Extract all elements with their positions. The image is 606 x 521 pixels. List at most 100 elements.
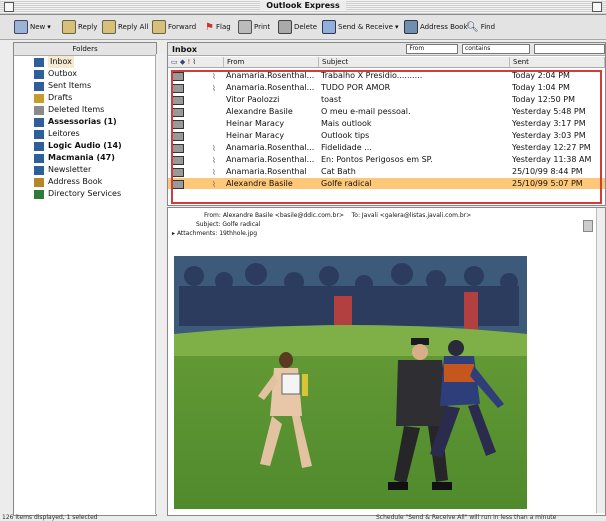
sidebar-item-deleted-items[interactable]: Deleted Items — [14, 104, 156, 116]
subject-value: Golfe radical — [222, 221, 261, 228]
new-button[interactable]: New ▾ — [14, 19, 51, 35]
attachment-image — [174, 256, 527, 509]
message-sent: Yesterday 5:48 PM — [512, 107, 586, 116]
sidebar-item-logic-audio-14[interactable]: Logic Audio (14) — [14, 140, 156, 152]
folder-icon — [34, 81, 44, 91]
sidebar-item-macmania-47[interactable]: Macmania (47) — [14, 152, 156, 164]
mail-read-icon — [172, 96, 184, 105]
folder-title: Inbox — [172, 44, 198, 54]
print-button[interactable]: Print — [238, 19, 270, 35]
sidebar-item-label: Leitores — [48, 129, 80, 138]
mail-read-icon — [172, 108, 184, 117]
mail-read-icon — [172, 84, 184, 93]
message-list-pane: Inbox From contains ▭ ◆ ! ⌇ From Subject… — [167, 42, 606, 206]
subject-column-header[interactable]: Subject — [319, 57, 510, 68]
address-book-button[interactable]: Address Book — [404, 19, 468, 35]
message-from: Vitor Paolozzi — [226, 95, 280, 104]
sidebar-item-label: Outbox — [48, 69, 77, 78]
sidebar-item-label: Directory Services — [48, 189, 122, 198]
sidebar-scrollbar[interactable] — [155, 54, 165, 514]
sent-column-header[interactable]: Sent — [510, 57, 605, 68]
send-receive-button[interactable]: Send & Receive ▾ — [322, 19, 398, 35]
message-from: Alexandre Basile — [226, 179, 293, 188]
attachment-file-link[interactable]: 19thhole.jpg — [219, 230, 257, 237]
folder-icon — [34, 117, 44, 127]
icon-columns-header[interactable]: ▭ ◆ ! ⌇ — [168, 57, 224, 68]
mail-read-icon — [172, 120, 184, 129]
status-column-icon: ▭ ◆ — [171, 58, 188, 66]
mail-read-icon — [172, 144, 184, 153]
sidebar-item-label: Assessorias (1) — [48, 117, 117, 126]
reply-all-button[interactable]: Reply All — [102, 19, 148, 35]
title-bar[interactable]: Outlook Express — [0, 0, 606, 15]
sidebar-item-label: Inbox — [48, 56, 74, 68]
sidebar-item-directory-services[interactable]: Directory Services — [14, 188, 156, 200]
filter-input[interactable] — [533, 44, 605, 54]
from-column-header[interactable]: From — [224, 57, 319, 68]
paperclip-icon: ⌇ — [212, 84, 216, 93]
forward-button[interactable]: Forward — [152, 19, 196, 35]
message-sent: Today 2:04 PM — [512, 71, 570, 80]
paperclip-icon: ⌇ — [212, 156, 216, 165]
message-sent: 25/10/99 5:07 PM — [512, 179, 583, 188]
sidebar-item-label: Drafts — [48, 93, 73, 102]
folders-header: Folders — [14, 43, 156, 56]
filter-op-select[interactable]: contains — [461, 44, 530, 54]
sidebar-item-outbox[interactable]: Outbox — [14, 68, 156, 80]
sidebar-item-label: Newsletter — [48, 165, 92, 174]
message-row[interactable]: Vitor Paolozzi toast Today 12:50 PM — [168, 94, 605, 105]
message-row[interactable]: Alexandre Basile O meu e-mail pessoal. Yes… — [168, 106, 605, 117]
address-book-icon — [404, 20, 418, 34]
filter-field-value: From — [409, 45, 425, 52]
sidebar-item-label: Deleted Items — [48, 105, 105, 114]
message-row[interactable]: ⌇ Anamaria.Rosenthal... TUDO POR AMOR Today… — [168, 82, 605, 93]
message-row[interactable]: ⌇ Anamaria.Rosenthal... En: Pontos Perigos… — [168, 154, 605, 165]
message-row[interactable]: ⌇ Alexandre Basile Golfe radical 25/10/99 5… — [168, 178, 605, 189]
paperclip-icon: ⌇ — [212, 180, 216, 189]
folder-icon — [34, 69, 44, 79]
folder-list: Folders Inbox Outbox Sent Items Drafts Delet… — [13, 42, 157, 516]
status-right: Schedule "Send & Receive All" will run i… — [376, 514, 557, 521]
delete-button[interactable]: Delete — [278, 19, 317, 35]
message-list-toolbar: Inbox From contains — [168, 43, 605, 56]
folder-icon — [34, 57, 44, 67]
disclosure-triangle-icon[interactable]: ▸ — [172, 230, 175, 237]
message-from: Alexandre Basile — [226, 107, 293, 116]
print-button-label: Print — [254, 23, 271, 31]
sidebar-item-leitores[interactable]: Leitores — [14, 128, 156, 140]
reply-all-button-label: Reply All — [118, 23, 149, 31]
mail-read-icon — [172, 132, 184, 141]
preview-scrollbar[interactable] — [596, 208, 605, 513]
find-button[interactable]: 🔍︎ Find — [466, 19, 495, 35]
sidebar-item-drafts[interactable]: Drafts — [14, 92, 156, 104]
attachments-line[interactable]: ▸ Attachments: 19thhole.jpg — [168, 229, 605, 238]
sidebar-item-address-book[interactable]: Address Book — [14, 176, 156, 188]
flag-icon: ⚑ — [205, 21, 214, 33]
filter-field-select[interactable]: From — [406, 44, 458, 54]
message-from: Heinar Maracy — [226, 119, 285, 128]
flag-button[interactable]: ⚑ Flag — [205, 19, 231, 35]
message-from: Anamaria.Rosenthal... — [226, 71, 315, 80]
reply-button[interactable]: Reply — [62, 19, 97, 35]
message-row[interactable]: ⌇ Anamaria.Rosenthal... Fidelidade ... Yest… — [168, 142, 605, 153]
message-row[interactable]: ⌇ Anamaria.Rosenthal Cat Bath 25/10/99 8:44… — [168, 166, 605, 177]
to-value: Javali <galera@listas.javali.com.br> — [361, 212, 472, 219]
message-sent: Today 12:50 PM — [512, 95, 576, 104]
message-sent: 25/10/99 8:44 PM — [512, 167, 583, 176]
message-subject: TUDO POR AMOR — [321, 83, 391, 92]
sidebar-item-sent-items[interactable]: Sent Items — [14, 80, 156, 92]
message-sent: Yesterday 3:17 PM — [512, 119, 586, 128]
message-row[interactable]: Heinar Maracy Mais outlook Yesterday 3:17 … — [168, 118, 605, 129]
delete-button-label: Delete — [294, 23, 317, 31]
sidebar-item-newsletter[interactable]: Newsletter — [14, 164, 156, 176]
zoom-box-icon[interactable] — [592, 2, 602, 12]
sidebar-item-assessorias-1[interactable]: Assessorias (1) — [14, 116, 156, 128]
paperclip-icon: ⌇ — [212, 168, 216, 177]
print-preview-icon[interactable] — [583, 220, 593, 232]
message-row[interactable]: ⌇ Anamaria.Rosenthal... Trabalho X Presidi… — [168, 70, 605, 81]
message-row[interactable]: Heinar Maracy Outlook tips Yesterday 3:03 … — [168, 130, 605, 141]
toolbar: New ▾ Reply Reply All Forward ⚑ Flag Prin… — [0, 15, 606, 40]
sidebar-item-inbox[interactable]: Inbox — [14, 56, 156, 68]
new-button-label: New — [30, 23, 46, 31]
folder-icon — [34, 189, 44, 199]
